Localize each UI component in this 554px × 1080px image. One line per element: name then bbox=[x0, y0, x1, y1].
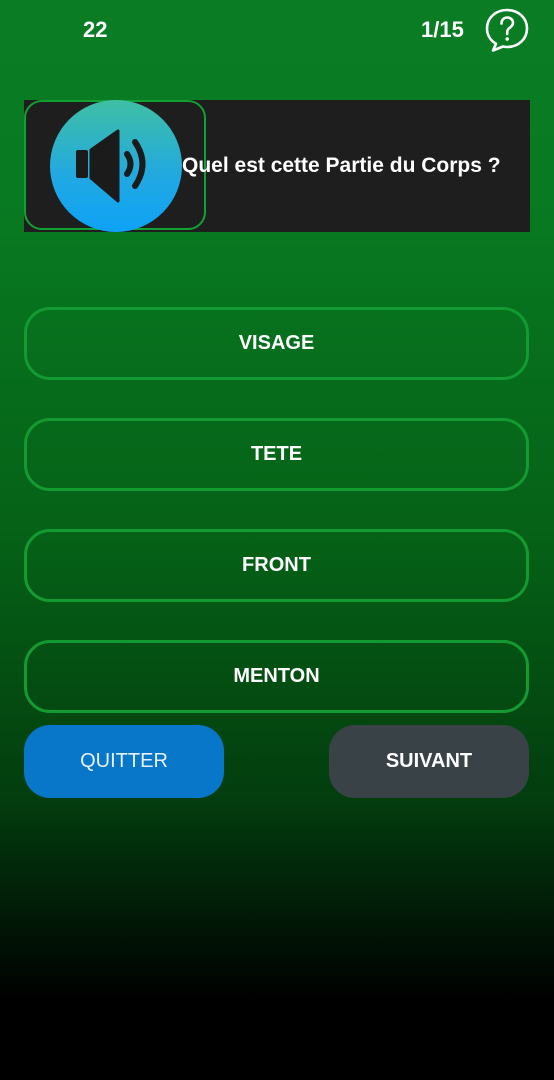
answer-option-menton[interactable]: MENTON bbox=[24, 640, 529, 713]
question-bubble-icon bbox=[485, 8, 529, 52]
top-bar: 22 1/15 bbox=[0, 0, 554, 60]
help-button[interactable] bbox=[484, 7, 530, 53]
score-counter: 22 bbox=[83, 17, 108, 42]
question-text: Quel est cette Partie du Corps ? bbox=[182, 154, 501, 177]
quit-button[interactable]: QUITTER bbox=[24, 725, 224, 798]
next-button[interactable]: SUIVANT bbox=[329, 725, 529, 798]
speaker-icon bbox=[76, 129, 146, 203]
answer-option-tete[interactable]: TETE bbox=[24, 418, 529, 491]
answer-option-front[interactable]: FRONT bbox=[24, 529, 529, 602]
answer-option-visage[interactable]: VISAGE bbox=[24, 307, 529, 380]
question-card: Quel est cette Partie du Corps ? bbox=[24, 100, 530, 232]
play-audio-button[interactable] bbox=[50, 100, 182, 232]
question-progress: 1/15 bbox=[421, 17, 464, 42]
